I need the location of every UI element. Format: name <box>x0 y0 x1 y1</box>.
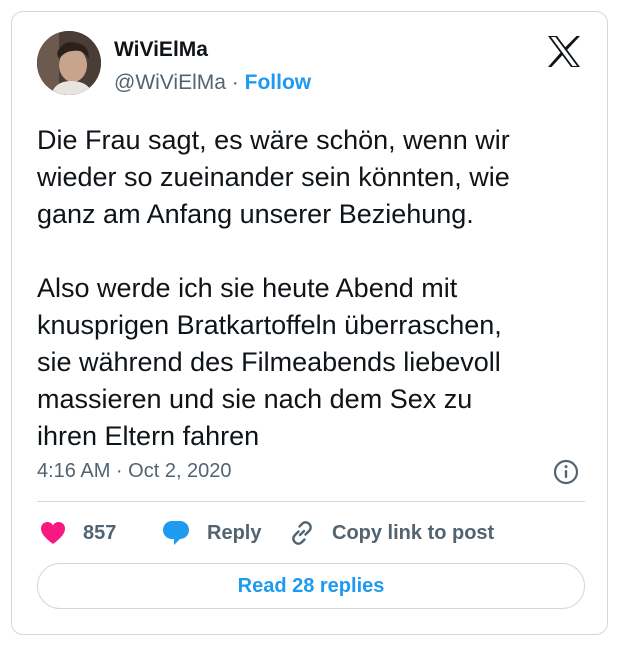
tweet-line: Also werde ich sie heute Abend mit <box>37 273 458 303</box>
reply-label: Reply <box>207 521 262 544</box>
speech-bubble-icon <box>162 519 190 547</box>
tweet-card: WiViElMa @WiViElMa · Follow Die Frau sag… <box>11 11 608 635</box>
divider <box>37 501 585 502</box>
tweet-line: sie während des Filmeabends liebevoll <box>37 347 501 377</box>
avatar[interactable] <box>37 31 101 95</box>
avatar-photo <box>37 31 101 95</box>
like-count: 857 <box>83 521 117 544</box>
info-icon[interactable] <box>553 459 579 485</box>
follow-button[interactable]: Follow <box>245 71 312 94</box>
copy-link-button[interactable]: Copy link to post <box>288 518 494 548</box>
tweet-text: Die Frau sagt, es wäre schön, wenn wir w… <box>37 122 592 455</box>
tweet-line: ihren Eltern fahren <box>37 421 260 451</box>
timestamp[interactable]: 4:16 AM · Oct 2, 2020 <box>37 460 232 483</box>
tweet-line: Die Frau sagt, es wäre schön, wenn wir <box>37 125 510 155</box>
tweet-line: ganz am Anfang unserer Beziehung. <box>37 199 474 229</box>
read-replies-label: Read 28 replies <box>237 574 385 597</box>
link-icon <box>288 519 316 547</box>
handle-row: @WiViElMa · Follow <box>114 71 311 95</box>
tweet-line: knusprigen Bratkartoffeln überraschen, <box>37 310 502 340</box>
tweet-line: wieder so zueinander sein könnten, wie <box>37 162 510 192</box>
reply-button[interactable]: Reply <box>162 518 261 548</box>
read-replies-button[interactable]: Read 28 replies <box>37 563 585 609</box>
author-name[interactable]: WiViElMa <box>114 38 208 62</box>
tweet-line: massieren und sie nach dem Sex zu <box>37 384 473 414</box>
x-logo-icon[interactable] <box>547 36 581 67</box>
heart-icon <box>40 521 66 545</box>
separator: · <box>231 71 239 94</box>
copy-link-label: Copy link to post <box>332 521 495 544</box>
author-handle[interactable]: @WiViElMa <box>114 71 226 94</box>
like-button[interactable]: 857 <box>40 518 116 548</box>
